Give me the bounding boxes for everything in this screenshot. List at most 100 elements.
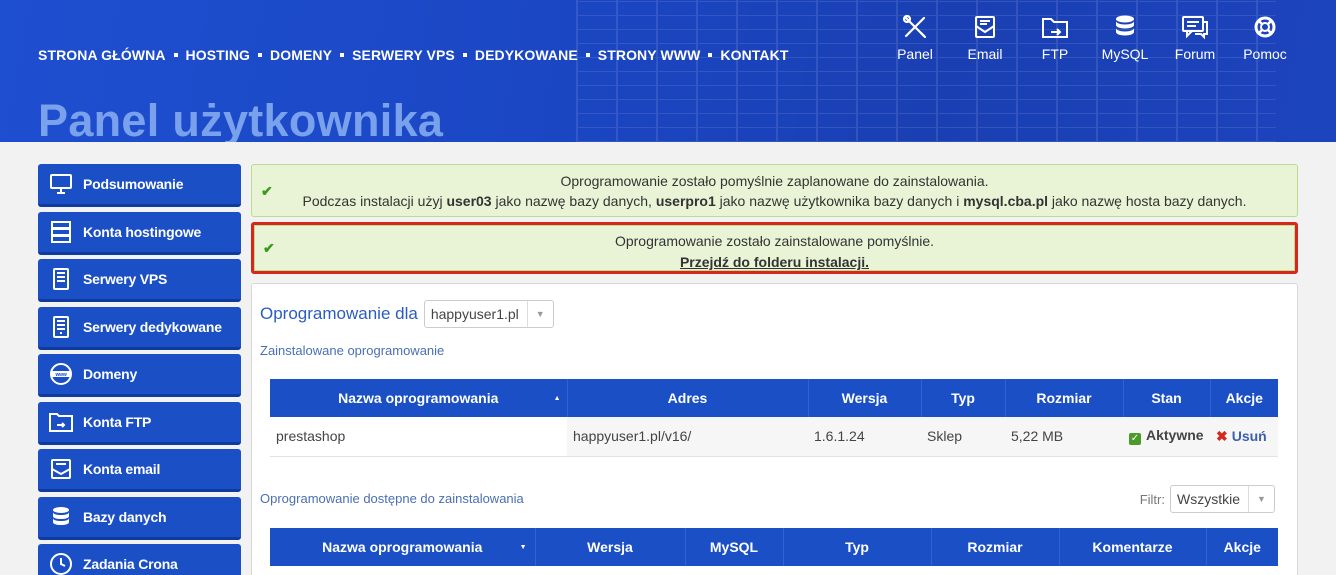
install-folder-link[interactable]: Przejdź do folderu instalacji. <box>254 254 1295 270</box>
sidebar-item-dedicated[interactable]: Serwery dedykowane <box>38 306 241 350</box>
sidebar-item-label: Zadania Crona <box>83 556 178 572</box>
checkbox-checked-icon: ✓ <box>1129 433 1141 446</box>
installed-software-table: Nazwa oprogramowania ▲ Adres Wersja Typ R… <box>270 379 1278 457</box>
www-globe-icon: www <box>38 362 83 386</box>
column-header[interactable]: MySQL <box>685 528 784 566</box>
quick-links: Panel Email FTP MySQL Forum Pomoc <box>880 14 1300 62</box>
sidebar-item-databases[interactable]: Bazy danych <box>38 496 241 540</box>
delete-action[interactable]: ✖ Usuń <box>1210 417 1278 457</box>
vps-icon <box>38 268 83 290</box>
filter-select-value: Wszystkie <box>1177 491 1240 507</box>
column-header[interactable]: Wersja <box>808 379 922 417</box>
sidebar-item-label: Konta email <box>83 461 161 477</box>
column-header[interactable]: Typ <box>783 528 932 566</box>
sidebar-item-vps[interactable]: Serwery VPS <box>38 259 241 302</box>
column-header[interactable]: Nazwa oprogramowania ▲ <box>270 379 568 417</box>
sidebar-item-email[interactable]: Konta email <box>38 449 241 492</box>
column-header[interactable]: Rozmiar <box>1005 379 1124 417</box>
nav-link-home[interactable]: STRONA GŁÓWNA <box>38 47 166 63</box>
chat-icon <box>1182 16 1208 40</box>
chevron-down-icon: ▼ <box>526 301 553 327</box>
db-name: user03 <box>446 193 492 209</box>
quicklink-mysql[interactable]: MySQL <box>1090 14 1160 62</box>
table-row: prestashop happyuser1.pl/v16/ 1.6.1.24 S… <box>270 417 1278 457</box>
database-icon <box>38 506 83 528</box>
quicklink-email[interactable]: Email <box>950 14 1020 62</box>
column-header[interactable]: Typ <box>921 379 1006 417</box>
filter-label: Filtr: <box>1139 491 1165 507</box>
sort-asc-icon: ▲ <box>553 395 561 402</box>
svg-text:www: www <box>54 372 66 378</box>
quicklink-panel[interactable]: Panel <box>880 14 950 62</box>
nav-link-contact[interactable]: KONTAKT <box>720 47 788 63</box>
column-header: Akcje <box>1210 379 1278 417</box>
quicklink-forum[interactable]: Forum <box>1160 14 1230 62</box>
column-header[interactable]: Adres <box>567 379 809 417</box>
page-title: Panel użytkownika <box>38 95 444 142</box>
column-header[interactable]: Rozmiar <box>931 528 1060 566</box>
chevron-down-icon: ▼ <box>1248 486 1274 512</box>
ftp-folder-icon <box>1042 18 1068 38</box>
nav-separator <box>173 53 178 57</box>
sidebar-item-hosting-accounts[interactable]: Konta hostingowe <box>38 211 241 255</box>
quicklink-label: MySQL <box>1101 46 1149 62</box>
delete-icon: ✖ <box>1216 427 1228 444</box>
sidebar-item-label: Podsumowanie <box>83 176 184 192</box>
clock-icon <box>38 552 83 575</box>
top-navigation: STRONA GŁÓWNA HOSTING DOMENY SERWERY VPS… <box>38 47 789 63</box>
nav-link-websites[interactable]: STRONY WWW <box>598 47 701 63</box>
nav-separator <box>258 53 263 57</box>
sidebar-item-label: Serwery dedykowane <box>83 318 222 335</box>
lifebuoy-icon <box>1254 16 1276 38</box>
sidebar-item-label: Konta FTP <box>83 413 152 430</box>
database-icon <box>1116 15 1134 36</box>
column-header[interactable]: Komentarze <box>1059 528 1207 566</box>
filter-select[interactable]: Wszystkie ▼ <box>1170 485 1275 513</box>
nav-link-hosting[interactable]: HOSTING <box>186 47 250 63</box>
server-icon <box>38 220 83 243</box>
cell-name: prestashop <box>270 417 567 457</box>
sidebar-item-label: Bazy danych <box>83 508 167 525</box>
nav-link-vps[interactable]: SERWERY VPS <box>352 47 455 63</box>
quicklink-label: Panel <box>897 46 933 62</box>
status-text: Aktywne <box>1146 427 1204 444</box>
nav-link-dedicated[interactable]: DEDYKOWANE <box>475 47 578 63</box>
alert-details: Podczas instalacji użyj user03 jako nazw… <box>302 193 1247 209</box>
alert-installed: ✔ Oprogramowanie zostało zainstalowane p… <box>251 222 1298 274</box>
quicklink-label: Email <box>967 46 1003 62</box>
quicklink-help[interactable]: Pomoc <box>1230 14 1300 62</box>
domain-select-value: happyuser1.pl <box>430 306 519 322</box>
header: STRONA GŁÓWNA HOSTING DOMENY SERWERY VPS… <box>0 0 1336 142</box>
sidebar: Podsumowanie Konta hostingowe Serwery VP… <box>38 164 241 575</box>
sidebar-item-domains[interactable]: www Domeny <box>38 354 241 397</box>
sidebar-item-summary[interactable]: Podsumowanie <box>38 164 241 207</box>
sidebar-item-ftp[interactable]: Konta FTP <box>38 401 241 445</box>
column-header[interactable]: Nazwa oprogramowania ▼ <box>270 528 536 566</box>
software-panel: Oprogramowanie dla happyuser1.pl ▼ Zains… <box>251 283 1298 575</box>
quicklink-label: FTP <box>1041 46 1069 62</box>
email-icon <box>38 458 83 480</box>
nav-separator <box>708 53 713 57</box>
cell-version: 1.6.1.24 <box>808 417 921 457</box>
cell-status: ✓ Aktywne <box>1123 417 1210 457</box>
quicklink-label: Pomoc <box>1243 46 1287 62</box>
email-icon <box>975 16 995 38</box>
installed-software-heading: Zainstalowane oprogramowanie <box>260 343 445 358</box>
cell-address: happyuser1.pl/v16/ <box>567 417 808 457</box>
cell-size: 5,22 MB <box>1005 417 1123 457</box>
column-header[interactable]: Wersja <box>535 528 686 566</box>
domain-select[interactable]: happyuser1.pl ▼ <box>423 300 554 328</box>
quicklink-label: Forum <box>1174 46 1216 62</box>
sidebar-item-cron[interactable]: Zadania Crona <box>38 544 241 575</box>
delete-label: Usuń <box>1231 427 1267 444</box>
filter: Filtr: Wszystkie ▼ <box>1140 485 1275 513</box>
monitor-icon <box>38 174 83 194</box>
sidebar-item-label: Konta hostingowe <box>83 223 202 240</box>
nav-separator <box>585 53 590 57</box>
tools-icon <box>902 14 927 39</box>
db-user: userpro1 <box>655 193 716 209</box>
column-header[interactable]: Stan <box>1123 379 1211 417</box>
nav-link-domains[interactable]: DOMENY <box>270 47 332 63</box>
quicklink-ftp[interactable]: FTP <box>1020 14 1090 62</box>
nav-separator <box>340 53 345 57</box>
